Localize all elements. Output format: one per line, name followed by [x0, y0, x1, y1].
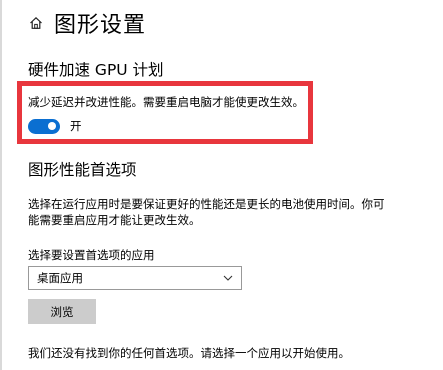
toggle-state-label: 开: [70, 119, 82, 133]
gpu-scheduling-description: 减少延迟并改进性能。需要重启电脑才能使更改生效。: [28, 95, 304, 109]
graphics-preference-description: 选择在运行应用时是要保证更好的性能还是更长的电池使用时间。你可能需要重启应用才能…: [28, 197, 385, 227]
app-type-dropdown[interactable]: 桌面应用: [28, 266, 242, 290]
no-preferences-note: 我们还没有找到你的任何首选项。请选择一个应用以开始使用。: [28, 346, 350, 360]
highlight-annotation-box: [17, 81, 313, 144]
gpu-scheduling-toggle-row: 开: [28, 118, 82, 134]
dropdown-selected-value: 桌面应用: [37, 271, 83, 285]
home-icon[interactable]: [28, 15, 44, 31]
graphics-settings-window: 图形设置 硬件加速 GPU 计划 减少延迟并改进性能。需要重启电脑才能使更改生效…: [0, 0, 443, 370]
page-title: 图形设置: [54, 13, 147, 38]
window-left-border: [0, 0, 2, 370]
page-header: 图形设置: [28, 6, 146, 40]
gpu-scheduling-toggle[interactable]: [28, 118, 60, 134]
browse-button[interactable]: 浏览: [28, 299, 96, 324]
graphics-preference-title: 图形性能首选项: [28, 161, 137, 179]
toggle-knob: [48, 122, 56, 130]
gpu-scheduling-title: 硬件加速 GPU 计划: [28, 61, 164, 79]
app-select-label: 选择要设置首选项的应用: [28, 248, 155, 262]
chevron-down-icon: [223, 275, 233, 281]
